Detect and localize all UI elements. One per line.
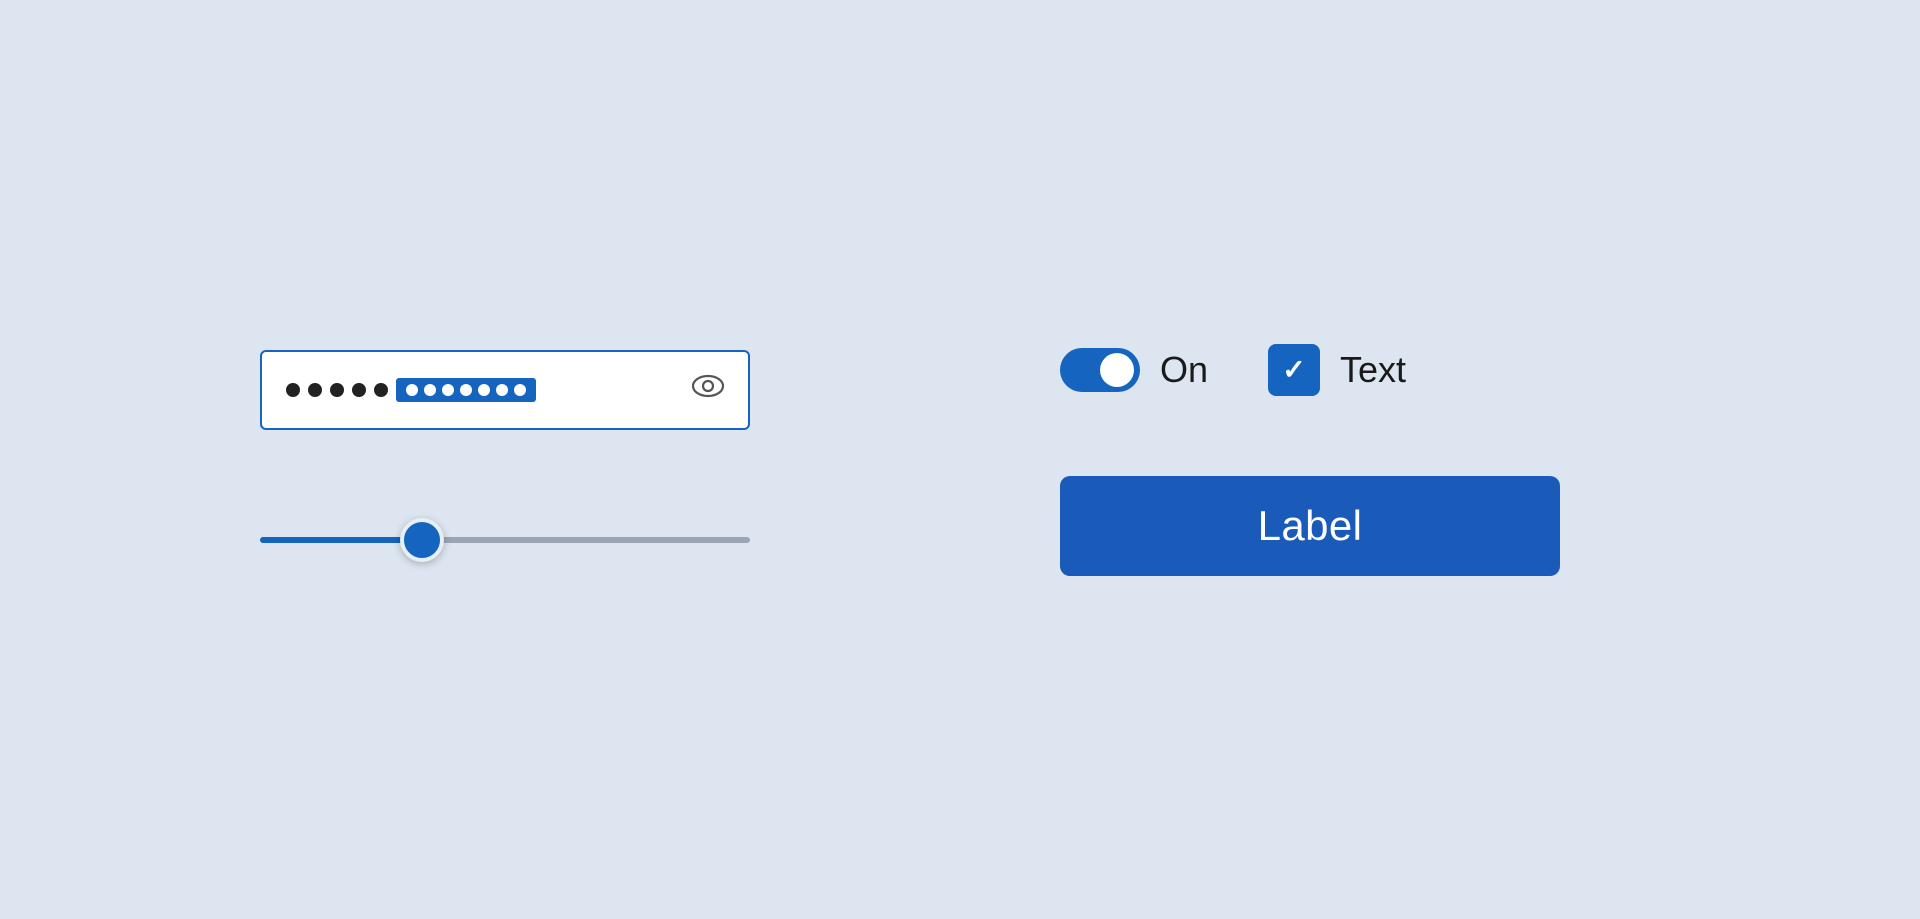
slider-thumb[interactable] <box>400 518 444 562</box>
top-controls: On ✓ Text <box>1060 344 1660 396</box>
dot-selected-3 <box>442 384 454 396</box>
toggle-knob <box>1100 353 1134 387</box>
toggle-label: On <box>1160 352 1208 388</box>
checkbox-box[interactable]: ✓ <box>1268 344 1320 396</box>
dot-selected-7 <box>514 384 526 396</box>
checkmark-icon: ✓ <box>1282 356 1305 384</box>
show-password-icon[interactable] <box>692 374 724 405</box>
dots-selected-block <box>396 378 536 402</box>
dot-selected-2 <box>424 384 436 396</box>
dot-selected-6 <box>496 384 508 396</box>
password-dots-container <box>286 378 536 402</box>
dot-selected-1 <box>406 384 418 396</box>
slider-track[interactable] <box>260 537 750 543</box>
dot-selected-4 <box>460 384 472 396</box>
left-column <box>260 350 860 570</box>
dot-plain-5 <box>374 383 388 397</box>
toggle-group: On <box>1060 348 1208 392</box>
dot-selected-5 <box>478 384 490 396</box>
checkbox-group: ✓ Text <box>1268 344 1406 396</box>
dot-plain-3 <box>330 383 344 397</box>
dot-plain-2 <box>308 383 322 397</box>
right-column: On ✓ Text Label <box>1060 344 1660 576</box>
main-container: On ✓ Text Label <box>260 344 1660 576</box>
label-button[interactable]: Label <box>1060 476 1560 576</box>
checkbox-label: Text <box>1340 352 1406 388</box>
slider-container <box>260 510 750 570</box>
dot-plain-4 <box>352 383 366 397</box>
dot-plain-1 <box>286 383 300 397</box>
password-input[interactable] <box>260 350 750 430</box>
toggle-switch[interactable] <box>1060 348 1140 392</box>
